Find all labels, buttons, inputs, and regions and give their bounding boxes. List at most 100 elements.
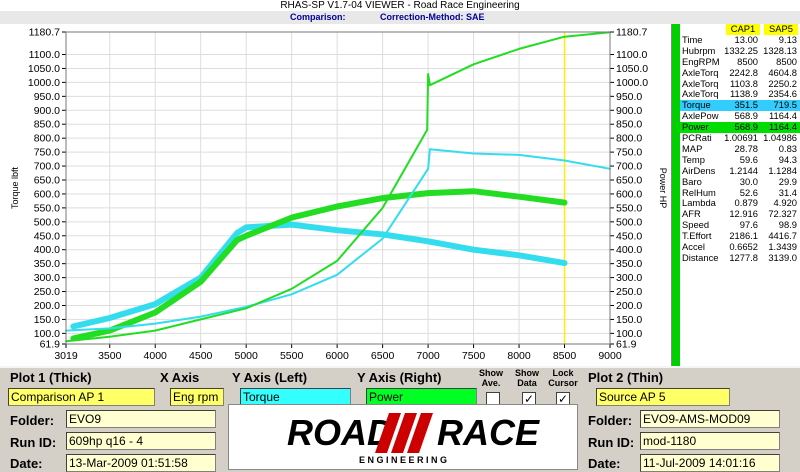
- row-value: 1277.8: [729, 251, 758, 263]
- table-row: Distance 1277.8 3139.0: [680, 251, 800, 264]
- y-tick-label-left: 1100.0: [29, 49, 60, 61]
- y-tick-label-right: 400.0: [616, 244, 642, 256]
- row-label: EngRPM: [682, 55, 720, 67]
- folder1-label: Folder:: [10, 413, 55, 428]
- series-power-thick: [70, 188, 568, 342]
- x-tick-label: 4000: [144, 350, 168, 362]
- dyno-chart[interactable]: 1180.7 1180.7 1100.0 1100.0 1050.0 1050.0 1000…: [0, 24, 672, 366]
- y-tick-label-right: 1100.0: [616, 49, 647, 61]
- date2-field[interactable]: 11-Jul-2009 14:01:16: [640, 454, 780, 472]
- y-tick-label-right: 500.0: [616, 216, 642, 228]
- y-tick-label-left: 600.0: [34, 188, 60, 200]
- y-tick-label-left: 1050.0: [28, 63, 60, 75]
- show-data-label: Show Data: [515, 368, 539, 388]
- run-id1-field[interactable]: 609hp q16 - 4: [66, 432, 216, 450]
- row-value: 1.1284: [768, 164, 797, 176]
- x-tick-label: 8500: [553, 350, 577, 362]
- x-tick-label: 9000: [598, 350, 622, 362]
- chart-panel[interactable]: 1180.7 1180.7 1100.0 1100.0 1050.0 1050.0 1000…: [0, 24, 672, 366]
- y-tick-label-right: 650.0: [616, 174, 642, 186]
- logo-word-road: ROAD: [287, 412, 393, 453]
- y-tick-label-left: 250.0: [34, 286, 60, 298]
- y-tick-label-right: 61.9: [616, 339, 637, 351]
- series-torque-thick: [70, 221, 568, 330]
- y-tick-label-right: 200.0: [616, 300, 642, 312]
- y-tick-label-left: 800.0: [34, 133, 60, 145]
- x-tick-label: 7500: [462, 350, 486, 362]
- y-tick-label-left: 1000.0: [28, 77, 60, 89]
- y-tick-label-left: 850.0: [34, 119, 60, 131]
- y-tick-label-left: 150.0: [34, 314, 60, 326]
- x-tick-label: 5000: [235, 350, 259, 362]
- y-tick-label-left: 500.0: [34, 216, 60, 228]
- data-table-panel: CAP1 SAP5 Time 13.00 9.13 Hubrpm 1332.25 1328.1…: [680, 23, 800, 366]
- y-tick-label-left: 300.0: [34, 272, 60, 284]
- y-tick-label-right: 600.0: [616, 188, 642, 200]
- folder1-field[interactable]: EVO9: [66, 410, 216, 428]
- plot-frame: [65, 31, 611, 345]
- x-axis-label: X Axis: [160, 370, 200, 385]
- y-tick-label-right: 250.0: [616, 286, 642, 298]
- plot1-label: Plot 1 (Thick): [10, 370, 92, 385]
- x-tick-label: 4500: [189, 350, 213, 362]
- y-tick-label-left: 650.0: [34, 174, 60, 186]
- run-id2-label: Run ID:: [588, 435, 635, 450]
- run-id2-field[interactable]: mod-1180: [640, 432, 780, 450]
- x-tick-label: 3019: [54, 350, 78, 362]
- correction-method-label: Correction-Method: SAE: [380, 12, 485, 22]
- x-tick-label: 3500: [98, 350, 122, 362]
- lock-cursor-label: Lock Cursor: [548, 368, 578, 388]
- table-row: AirDens 1.2144 1.1284: [680, 164, 800, 177]
- y-tick-label-left: 950.0: [34, 91, 60, 103]
- y-tick-label-left: 200.0: [34, 300, 60, 312]
- date1-field[interactable]: 13-Mar-2009 01:51:58: [66, 454, 216, 472]
- y-tick-label-left: 700.0: [34, 161, 60, 173]
- row-value: 8500: [737, 55, 758, 67]
- y-tick-label-left: 450.0: [34, 230, 60, 242]
- table-row: AxleTorq 2242.8 4604.8: [680, 66, 800, 79]
- plot2-label: Plot 2 (Thin): [588, 370, 664, 385]
- road-race-logo: ROAD RACE E N G I N E E R I N G: [228, 404, 578, 470]
- y-axis-left-label: Y Axis (Left): [232, 370, 308, 385]
- y-axis-label-right: Power HP: [658, 168, 668, 209]
- x-tick-label: 6000: [325, 350, 349, 362]
- y-tick-label-right: 1180.7: [616, 27, 647, 39]
- x-axis-select[interactable]: Eng rpm: [170, 388, 224, 406]
- plot2-select[interactable]: Source AP 5: [596, 388, 730, 406]
- show-ave-label: Show Ave.: [479, 368, 503, 388]
- y-axis-label-left: Torque lbft: [10, 166, 20, 209]
- y-tick-label-right: 700.0: [616, 161, 642, 173]
- row-label: Distance: [682, 251, 719, 263]
- y-tick-label-left: 350.0: [34, 258, 60, 270]
- comparison-label: Comparison:: [290, 12, 346, 22]
- row-label: AxleTorq: [682, 66, 719, 78]
- table-row: EngRPM 8500 8500: [680, 55, 800, 68]
- y-tick-label-right: 900.0: [616, 105, 642, 117]
- plot1-select[interactable]: Comparison AP 1: [8, 388, 155, 406]
- folder2-field[interactable]: EVO9-AMS-MOD09: [640, 410, 780, 428]
- date2-label: Date:: [588, 456, 621, 471]
- window-title: RHAS-SP V1.7-04 VIEWER - Road Race Engin…: [0, 0, 800, 11]
- chart-scroll-strip[interactable]: [672, 24, 680, 366]
- row-value: 2242.8: [729, 66, 758, 78]
- y-tick-label-right: 150.0: [616, 314, 642, 326]
- row-value: 4604.8: [768, 66, 797, 78]
- y-tick-label-right: 850.0: [616, 119, 642, 131]
- y-tick-label-right: 300.0: [616, 272, 642, 284]
- series-power-thin: [65, 31, 611, 343]
- x-tick-label: 8000: [507, 350, 531, 362]
- y-axis-right-label: Y Axis (Right): [357, 370, 442, 385]
- row-value: 29.9: [778, 175, 797, 187]
- row-label: Baro: [682, 175, 702, 187]
- row-value: 1.2144: [729, 164, 758, 176]
- y-tick-label-right: 450.0: [616, 230, 642, 242]
- row-value: 3139.0: [768, 251, 797, 263]
- row-value: 30.0: [739, 175, 758, 187]
- x-tick-label: 7000: [416, 350, 440, 362]
- y-tick-label-left: 550.0: [34, 202, 60, 214]
- x-tick-label: 6500: [371, 350, 395, 362]
- logo-graphic: ROAD RACE E N G I N E E R I N G: [287, 412, 540, 465]
- folder2-label: Folder:: [588, 413, 633, 428]
- y-tick-label-right: 550.0: [616, 202, 642, 214]
- y-tick-label-right: 350.0: [616, 258, 642, 270]
